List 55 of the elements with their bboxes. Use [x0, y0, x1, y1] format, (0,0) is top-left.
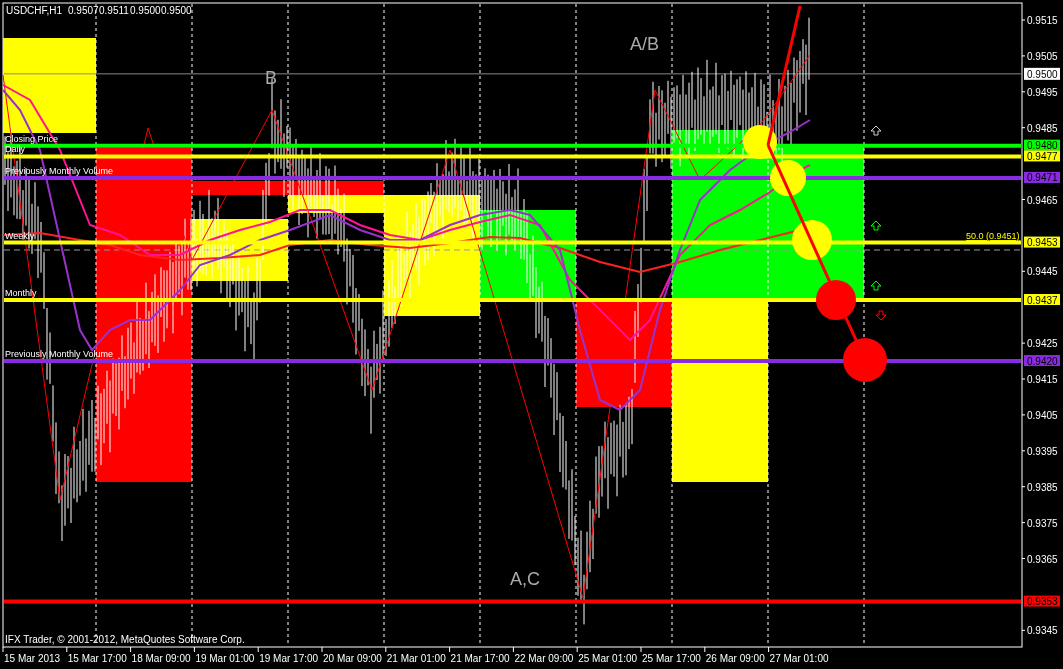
- price-axis-label: 0.9365: [1027, 553, 1058, 565]
- price-tag: 0.9480: [1024, 139, 1060, 152]
- ohlc-value: 0.9500: [130, 5, 161, 16]
- time-axis-label: 20 Mar 09:00: [323, 653, 382, 664]
- price-tag: 0.9471: [1024, 171, 1060, 184]
- level-label: Monthly: [5, 288, 37, 298]
- price-axis-label: 0.9385: [1027, 481, 1058, 493]
- wave-label: A,C: [510, 569, 540, 589]
- fibonacci-label: 50.0 (0.9451): [966, 231, 1020, 241]
- circle-marker: [843, 338, 887, 382]
- price-axis-label: 0.9345: [1027, 625, 1058, 637]
- time-axis-label: 19 Mar 01:00: [195, 653, 255, 664]
- time-axis-label: 15 Mar 2013: [4, 653, 61, 664]
- up-arrow-icon: [870, 125, 882, 136]
- price-tag: 0.9453: [1024, 236, 1060, 249]
- price-tag: 0.9420: [1024, 355, 1060, 367]
- ohlc-value: 0.9511: [99, 5, 129, 16]
- time-axis-label: 25 Mar 01:00: [578, 653, 638, 664]
- time-axis-label: 19 Mar 17:00: [259, 653, 319, 664]
- up-arrow-icon: [870, 220, 882, 231]
- up-arrow-icon: [870, 280, 882, 291]
- wave-label: A/B: [630, 34, 659, 54]
- ohlc-value: 0.9500: [161, 5, 192, 16]
- price-axis-label: 0.9395: [1027, 445, 1058, 457]
- circle-marker: [743, 125, 777, 159]
- price-tag: 0.9353: [1024, 595, 1060, 608]
- circle-marker: [792, 220, 832, 260]
- price-axis-label: 0.9505: [1027, 50, 1058, 62]
- price-axis-label: 0.9375: [1027, 517, 1058, 529]
- time-axis-label: 25 Mar 17:00: [642, 653, 701, 664]
- price-tag: 0.9477: [1024, 150, 1060, 162]
- copyright-text: IFX Trader, © 2001-2012, MetaQuotes Software Corp.: [5, 634, 245, 645]
- price-axis-label: 0.9485: [1027, 122, 1058, 134]
- price-axis-label: 0.9465: [1027, 194, 1058, 206]
- symbol-title: USDCHF,H1: [6, 5, 63, 16]
- price-axis-label: 0.9495: [1027, 86, 1058, 98]
- time-axis-label: 18 Mar 09:00: [131, 653, 191, 664]
- down-arrow-icon: [875, 310, 887, 321]
- time-axis-label: 15 Mar 17:00: [67, 653, 127, 664]
- price-axis-label: 0.9515: [1027, 15, 1058, 26]
- time-axis-label: 22 Mar 09:00: [514, 653, 574, 664]
- time-axis-label: 27 Mar 01:00: [769, 653, 829, 664]
- price-tag: 0.9437: [1024, 294, 1060, 306]
- price-axis-label: 0.9445: [1027, 266, 1058, 278]
- time-axis-label: 26 Mar 09:00: [705, 653, 765, 664]
- price-axis-label: 0.9415: [1027, 374, 1058, 385]
- circle-marker: [770, 160, 806, 196]
- wave-label: B: [265, 68, 277, 88]
- ohlc-value: 0.9507: [68, 5, 99, 16]
- price-axis-label: 0.9425: [1027, 338, 1058, 350]
- time-axis-label: 21 Mar 01:00: [386, 653, 446, 664]
- circle-marker: [816, 280, 856, 320]
- time-axis-label: 21 Mar 17:00: [450, 653, 510, 664]
- price-tag: 0.9500: [1024, 67, 1060, 80]
- price-axis-label: 0.9405: [1027, 409, 1058, 421]
